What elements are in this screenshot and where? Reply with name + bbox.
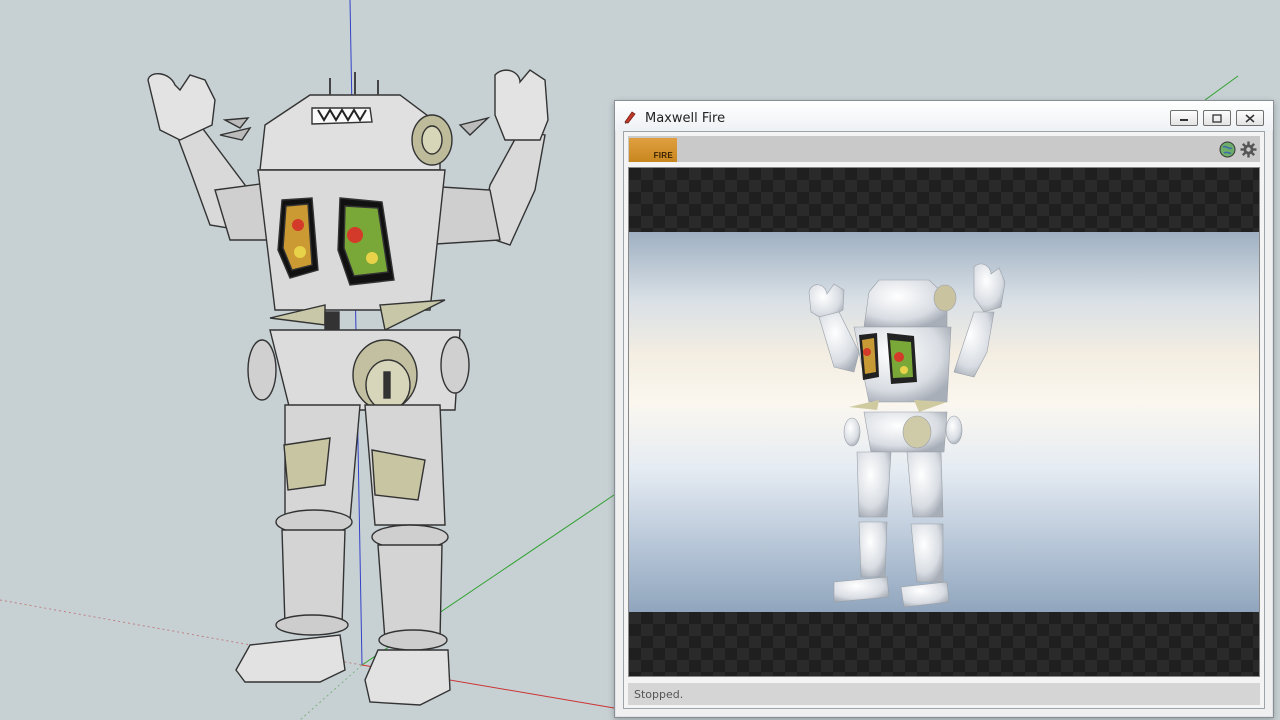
maxwell-content-frame: FIRE Stopped. [623,131,1265,709]
environment-globe-icon[interactable] [1219,141,1236,158]
rendered-image [629,232,1259,612]
window-title: Maxwell Fire [645,111,726,126]
rendered-robot-model [808,263,1006,608]
maximize-button[interactable] [1203,110,1231,126]
render-preview-area[interactable] [628,167,1260,677]
minimize-icon [1180,119,1188,121]
maximize-icon [1212,114,1222,123]
maxwell-app-icon [624,111,636,124]
fire-button[interactable]: FIRE [629,138,677,162]
render-toolbar: FIRE [628,136,1260,162]
minimize-button[interactable] [1170,110,1198,126]
status-bar: Stopped. [628,683,1260,705]
status-text: Stopped. [634,688,684,701]
close-icon [1245,114,1255,123]
settings-gear-icon[interactable] [1240,141,1257,158]
robot-figure-model [147,69,549,706]
maxwell-fire-window[interactable]: Maxwell Fire FIRE Stopped. [614,100,1274,718]
close-button[interactable] [1236,110,1264,126]
title-bar[interactable]: Maxwell Fire [615,101,1273,131]
green-axis-far [1204,75,1239,101]
fire-label: FIRE [653,151,673,160]
